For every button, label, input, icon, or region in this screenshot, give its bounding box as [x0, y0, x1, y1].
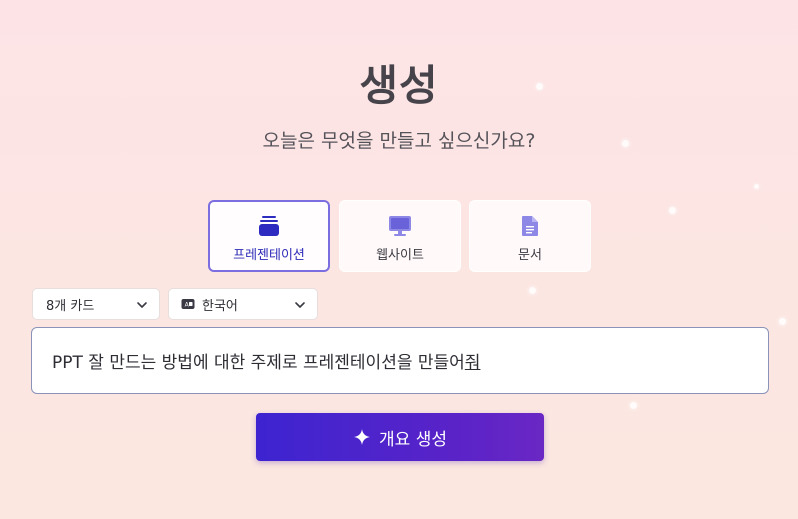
generate-outline-label: 개요 생성 — [379, 429, 447, 450]
prompt-text-composing: 줘 — [464, 353, 481, 373]
card-count-select[interactable]: 8개 카드 — [32, 288, 160, 320]
type-card-label: 웹사이트 — [376, 248, 424, 263]
card-count-value: 8개 카드 — [46, 298, 95, 314]
generate-outline-button[interactable]: 개요 생성 — [256, 413, 544, 461]
sparkle-decoration — [669, 207, 676, 214]
type-card-label: 문서 — [518, 248, 542, 263]
page-subtitle: 오늘은 무엇을 만들고 싶으신가요? — [262, 130, 536, 152]
stack-icon — [258, 214, 280, 238]
language-value: 한국어 — [202, 298, 238, 314]
type-card-website[interactable]: 웹사이트 — [339, 200, 461, 272]
type-card-document[interactable]: 문서 — [469, 200, 591, 272]
language-select[interactable]: A 한국어 — [168, 288, 318, 320]
page-title: 생성 — [359, 61, 439, 110]
monitor-icon — [388, 214, 412, 238]
type-card-label: 프레젠테이션 — [233, 248, 305, 263]
prompt-text: PPT 잘 만드는 방법에 대한 주제로 프레젠테이션을 만들어 — [52, 353, 465, 373]
sparkle-decoration — [529, 287, 536, 294]
sparkle-decoration — [630, 402, 637, 409]
chevron-down-icon — [294, 299, 306, 315]
type-card-presentation[interactable]: 프레젠테이션 — [208, 200, 330, 272]
sparkle-decoration — [754, 184, 759, 189]
document-icon — [521, 214, 539, 238]
language-icon: A — [181, 298, 195, 310]
prompt-input[interactable]: PPT 잘 만드는 방법에 대한 주제로 프레젠테이션을 만들어줘 — [31, 327, 769, 394]
chevron-down-icon — [136, 299, 148, 315]
sparkle-decoration — [779, 318, 786, 325]
sparkle-icon — [353, 428, 371, 446]
